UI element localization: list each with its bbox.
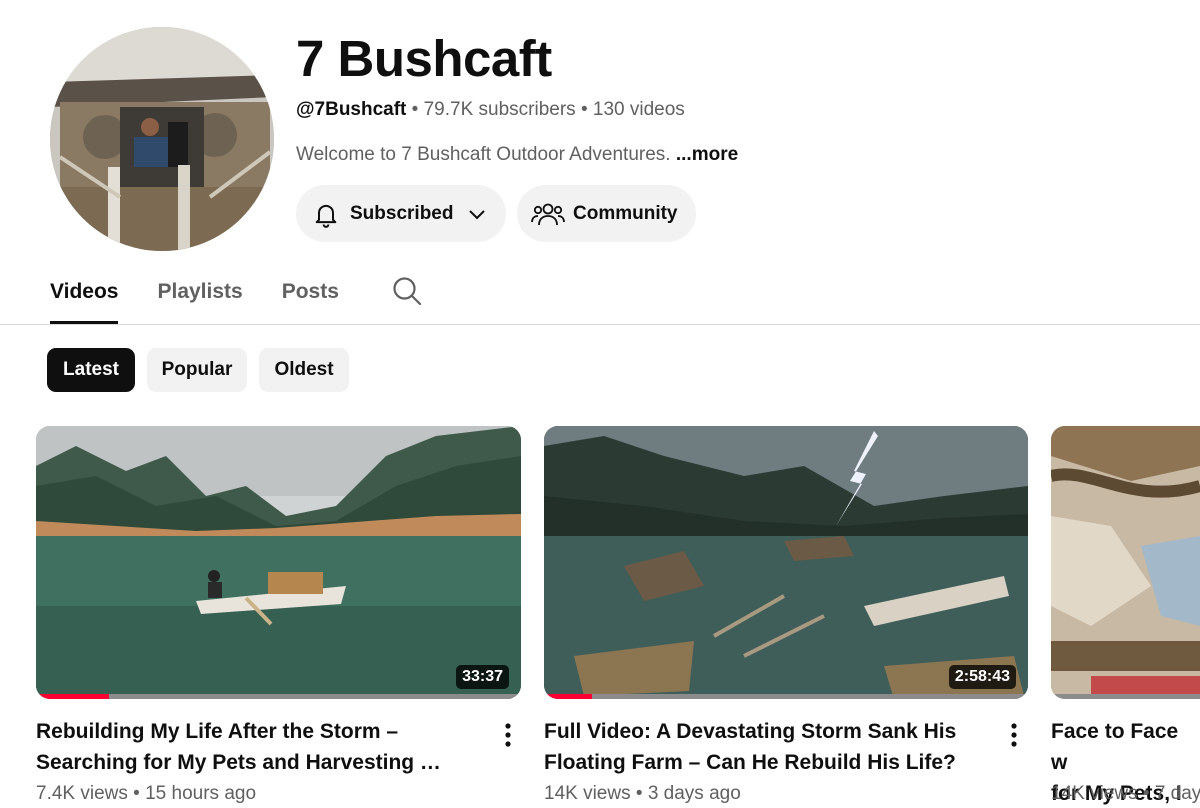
people-icon — [531, 200, 565, 228]
avatar-image — [50, 27, 274, 251]
video-thumbnail[interactable]: 2:58:43 — [544, 426, 1028, 699]
view-count: 14K views — [1051, 783, 1138, 804]
video-thumbnail[interactable] — [1051, 426, 1200, 699]
description-text: Welcome to 7 Bushcaft Outdoor Adventures… — [296, 144, 676, 165]
thumbnail-image — [1051, 426, 1200, 699]
bell-icon — [312, 200, 340, 228]
meta-separator: • — [575, 99, 593, 120]
video-meta: 7.4K views • 15 hours ago — [36, 782, 476, 806]
tab-posts[interactable]: Posts — [282, 270, 339, 314]
channel-name: 7 Bushcaft — [296, 30, 552, 87]
more-vert-icon[interactable] — [1008, 722, 1020, 748]
chip-popular[interactable]: Popular — [147, 348, 247, 392]
subscriber-count: 79.7K subscribers — [423, 99, 576, 120]
chevron-down-icon — [465, 202, 489, 226]
upload-age: 7 day — [1154, 783, 1200, 804]
watch-progress — [544, 694, 1028, 699]
view-count: 14K views — [544, 783, 631, 804]
video-duration: 2:58:43 — [948, 665, 1016, 689]
video-title[interactable]: Full Video: A Devastating Storm Sank His… — [544, 716, 994, 778]
subscribed-button[interactable]: Subscribed — [296, 185, 506, 242]
upload-age: 3 days ago — [647, 783, 741, 804]
video-meta: 14K views • 3 days ago — [544, 782, 994, 806]
thumbnail-image — [544, 426, 1028, 699]
community-button[interactable]: Community — [517, 185, 696, 242]
video-duration: 33:37 — [456, 665, 509, 689]
chip-oldest[interactable]: Oldest — [259, 348, 349, 392]
meta-separator: • — [1137, 783, 1155, 804]
upload-age: 15 hours ago — [145, 783, 257, 804]
meta-separator: • — [406, 99, 424, 120]
more-vert-icon[interactable] — [502, 722, 514, 748]
tabs-divider — [0, 324, 1200, 325]
channel-tabs: Videos Playlists Posts — [50, 270, 423, 325]
channel-description[interactable]: Welcome to 7 Bushcaft Outdoor Adventures… — [296, 143, 738, 167]
more-link[interactable]: ...more — [676, 144, 738, 165]
video-thumbnail[interactable]: 33:37 — [36, 426, 521, 699]
watch-progress-fill — [36, 694, 109, 699]
tab-videos[interactable]: Videos — [50, 270, 119, 324]
search-icon[interactable] — [391, 275, 423, 312]
video-title[interactable]: Rebuilding My Life After the Storm – Sea… — [36, 716, 476, 778]
video-meta: 14K views • 7 day — [1051, 782, 1200, 806]
thumbnail-image — [36, 426, 521, 699]
channel-meta: @7Bushcaft • 79.7K subscribers • 130 vid… — [296, 98, 685, 122]
tab-playlists[interactable]: Playlists — [157, 270, 242, 314]
watch-progress — [36, 694, 521, 699]
subscribed-label: Subscribed — [350, 202, 454, 224]
video-count: 130 videos — [592, 99, 685, 120]
chip-latest[interactable]: Latest — [47, 348, 135, 392]
meta-separator: • — [630, 783, 648, 804]
community-label: Community — [573, 202, 678, 224]
watch-progress-fill — [544, 694, 593, 699]
meta-separator: • — [127, 783, 146, 804]
watch-progress — [1051, 694, 1200, 699]
channel-avatar[interactable] — [50, 27, 274, 251]
channel-handle: @7Bushcaft — [296, 99, 407, 120]
view-count: 7.4K views — [36, 783, 128, 804]
